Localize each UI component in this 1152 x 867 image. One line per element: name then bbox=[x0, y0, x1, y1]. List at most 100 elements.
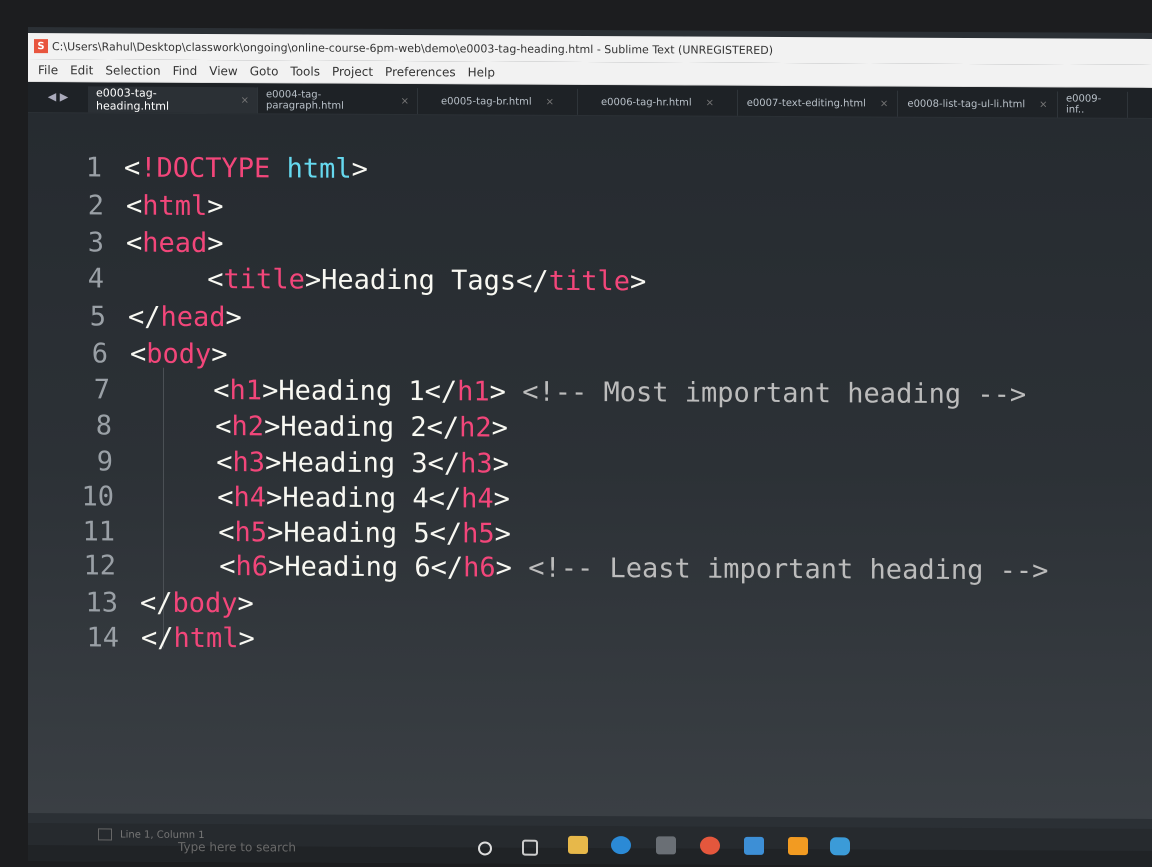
line-number: 14 bbox=[86, 621, 119, 654]
line-number: 11 bbox=[82, 515, 115, 548]
tab-label: e0005-tag-br.html bbox=[440, 95, 532, 108]
tag-name: h4 bbox=[233, 481, 267, 513]
code-line: 1 < !DOCTYPE html > bbox=[58, 149, 368, 187]
doctype-value: html bbox=[270, 152, 352, 185]
code-line: 6 < body > bbox=[64, 335, 228, 372]
menu-edit[interactable]: Edit bbox=[70, 63, 93, 77]
code-line: 10 < h4 > Heading 4 </h4 > bbox=[70, 478, 510, 516]
tag-name: h1 bbox=[229, 374, 263, 406]
line-number: 5 bbox=[89, 300, 106, 332]
tab-e0005[interactable]: e0005-tag-br.html × bbox=[418, 88, 578, 115]
punct: > bbox=[494, 518, 511, 550]
panel-toggle-icon[interactable] bbox=[98, 828, 112, 841]
code-line: 11 < h5 > Heading 5 </h5 > bbox=[71, 513, 511, 551]
close-icon[interactable]: × bbox=[546, 96, 554, 107]
line-number: 12 bbox=[83, 549, 116, 582]
mail-icon[interactable] bbox=[744, 836, 764, 855]
code-line: 7 < h1 > Heading 1 </h1 > <!-- Most important… bbox=[66, 371, 1026, 412]
taskbar-search[interactable]: Type here to search bbox=[178, 840, 296, 855]
code-editor[interactable]: 1 < !DOCTYPE html > 2 < html > 3 < head > 4 < titl… bbox=[28, 113, 1152, 819]
menu-find[interactable]: Find bbox=[173, 64, 198, 78]
tag-name: title bbox=[548, 265, 630, 297]
tab-e0006[interactable]: e0006-tag-hr.html × bbox=[578, 88, 738, 116]
tag-name: h5 bbox=[462, 517, 495, 550]
punct: > bbox=[266, 481, 283, 513]
tag-name: h3 bbox=[232, 446, 266, 478]
punct: </ bbox=[516, 265, 549, 297]
close-icon[interactable]: × bbox=[1039, 99, 1047, 110]
tag-name: h5 bbox=[234, 516, 268, 548]
tag-name: h1 bbox=[457, 375, 490, 407]
close-icon[interactable]: × bbox=[241, 95, 249, 106]
line-number: 7 bbox=[93, 373, 110, 405]
line-number: 6 bbox=[91, 337, 108, 369]
tab-e0003[interactable]: e0003-tag-heading.html × bbox=[88, 86, 258, 114]
punct: > bbox=[493, 482, 510, 515]
sublime-text-icon[interactable] bbox=[788, 837, 808, 856]
tag-name: h4 bbox=[461, 482, 494, 514]
tab-e0009[interactable]: e0009-inf.. bbox=[1058, 91, 1128, 118]
tab-e0004[interactable]: e0004-tag-paragraph.html × bbox=[258, 87, 418, 115]
menu-project[interactable]: Project bbox=[332, 65, 373, 79]
punct: </ bbox=[429, 517, 463, 549]
punct: < bbox=[217, 481, 234, 513]
store-icon[interactable] bbox=[656, 836, 676, 855]
tab-e0007[interactable]: e0007-text-editing.html × bbox=[738, 89, 898, 117]
menu-selection[interactable]: Selection bbox=[105, 63, 160, 77]
code-line: 9 < h3 > Heading 3 </h3 > bbox=[69, 443, 509, 481]
tab-label: e0007-text-editing.html bbox=[746, 97, 866, 109]
punct: > bbox=[351, 153, 368, 185]
tag-name: body bbox=[172, 587, 238, 619]
punct: </ bbox=[427, 447, 461, 479]
tab-nav-arrows-icon[interactable]: ◀ ▶ bbox=[28, 82, 88, 112]
punct: > bbox=[207, 190, 224, 222]
punct: </ bbox=[128, 301, 161, 333]
punct: </ bbox=[430, 551, 464, 583]
menu-file[interactable]: File bbox=[38, 63, 58, 77]
punct: > bbox=[489, 375, 506, 408]
text-content: Heading 1 bbox=[278, 374, 425, 407]
punct: < bbox=[207, 263, 224, 295]
doctype: !DOCTYPE bbox=[140, 152, 271, 184]
comment: <!-- Least important heading --> bbox=[511, 552, 1049, 586]
cortana-icon[interactable] bbox=[478, 841, 492, 856]
punct: </ bbox=[141, 622, 174, 654]
punct: > bbox=[238, 622, 255, 654]
punct: < bbox=[130, 338, 147, 370]
menu-help[interactable]: Help bbox=[468, 65, 495, 79]
code-line: 2 < html > bbox=[60, 187, 224, 224]
punct: </ bbox=[426, 411, 460, 443]
app-icon[interactable] bbox=[830, 837, 850, 856]
line-number: 13 bbox=[85, 586, 118, 619]
text-content: Heading 3 bbox=[281, 446, 428, 479]
close-icon[interactable]: × bbox=[401, 96, 409, 107]
tag-name: h6 bbox=[235, 550, 269, 582]
punct: </ bbox=[140, 587, 173, 619]
menu-tools[interactable]: Tools bbox=[290, 64, 320, 78]
tab-e0008[interactable]: e0008-list-tag-ul-li.html × bbox=[898, 90, 1058, 118]
code-line: 3 < head > bbox=[60, 224, 224, 261]
punct: > bbox=[262, 374, 279, 406]
punct: < bbox=[126, 190, 143, 222]
tab-bar: ◀ ▶ e0003-tag-heading.html × e0004-tag-p… bbox=[28, 82, 1152, 118]
tag-name: head bbox=[142, 227, 208, 259]
edge-icon[interactable] bbox=[611, 836, 631, 855]
close-icon[interactable]: × bbox=[880, 98, 888, 109]
menu-view[interactable]: View bbox=[209, 64, 237, 78]
sublime-logo-icon: S bbox=[34, 39, 48, 54]
menu-preferences[interactable]: Preferences bbox=[385, 65, 456, 79]
line-number: 10 bbox=[81, 480, 114, 513]
window-title: C:\Users\Rahul\Desktop\classwork\ongoing… bbox=[52, 39, 773, 57]
punct: </ bbox=[428, 482, 462, 514]
code-line: 5 </head > bbox=[62, 298, 242, 335]
close-icon[interactable]: × bbox=[706, 97, 714, 108]
line-number: 1 bbox=[85, 151, 102, 183]
punct: > bbox=[237, 587, 254, 619]
task-view-icon[interactable] bbox=[522, 839, 538, 856]
line-number: 9 bbox=[96, 445, 113, 478]
menu-goto[interactable]: Goto bbox=[250, 64, 279, 78]
punct: > bbox=[629, 265, 647, 297]
chrome-icon[interactable] bbox=[700, 836, 720, 855]
punct: > bbox=[267, 516, 284, 548]
file-explorer-icon[interactable] bbox=[568, 835, 588, 854]
